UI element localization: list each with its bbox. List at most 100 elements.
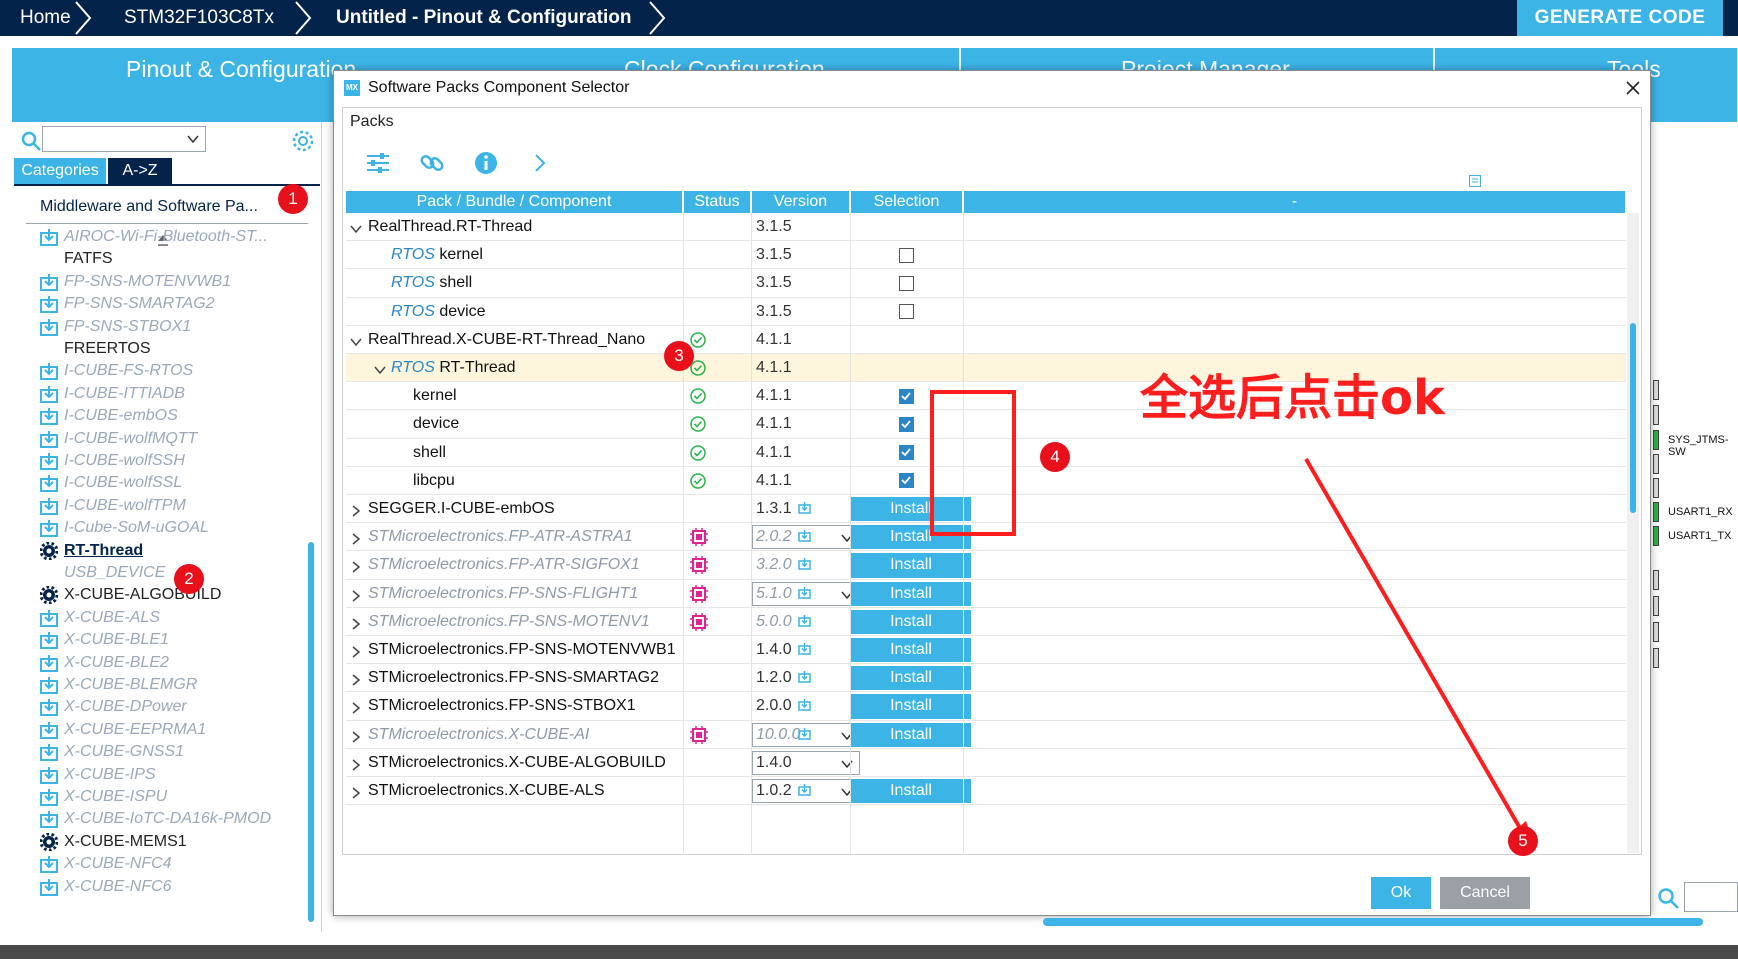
- tab-categories[interactable]: Categories: [14, 158, 106, 184]
- link-icon[interactable]: [418, 149, 446, 177]
- version-download-icon[interactable]: [794, 551, 811, 579]
- version-download-icon[interactable]: [794, 523, 811, 551]
- step-badge-3: 3: [664, 341, 694, 371]
- pin-label: SYS_JTMS-SW: [1668, 434, 1729, 458]
- version-cell[interactable]: 1.4.0: [752, 749, 860, 780]
- install-button[interactable]: Install: [851, 638, 971, 663]
- install-button[interactable]: Install: [851, 553, 971, 578]
- cancel-button[interactable]: Cancel: [1440, 877, 1530, 909]
- pin[interactable]: [1653, 648, 1659, 668]
- zoom-search-input[interactable]: [1684, 882, 1738, 912]
- expand-down-icon[interactable]: [374, 364, 386, 376]
- expand-right-icon[interactable]: [350, 561, 362, 573]
- column-header-extra[interactable]: -: [964, 191, 1626, 213]
- install-button[interactable]: Install: [851, 581, 971, 606]
- expand-right-icon[interactable]: [350, 731, 362, 743]
- category-dropdown[interactable]: Middleware and Software Pa...: [26, 190, 308, 224]
- component-checkbox[interactable]: [899, 275, 914, 291]
- column-header-version[interactable]: Version: [752, 191, 850, 213]
- table-row[interactable]: RealThread.X-CUBE-RT-Thread_Nano 4.1.1: [346, 326, 1626, 354]
- version-cell[interactable]: 5.1.0: [752, 580, 860, 611]
- version-download-icon[interactable]: [794, 580, 811, 608]
- pack-name-text: STMicroelectronics.FP-SNS-FLIGHT1: [368, 584, 639, 602]
- expand-right-icon[interactable]: [350, 590, 362, 602]
- pack-name: STMicroelectronics.FP-SNS-STBOX1: [368, 692, 636, 723]
- pin[interactable]: [1653, 405, 1659, 425]
- component-checkbox[interactable]: [899, 247, 914, 263]
- settings-gear-icon[interactable]: [290, 128, 316, 154]
- version-download-icon[interactable]: [794, 636, 811, 664]
- horizontal-scrollbar[interactable]: [1043, 918, 1703, 926]
- component-checkbox[interactable]: [899, 388, 914, 404]
- expand-right-icon[interactable]: [350, 646, 362, 658]
- close-icon[interactable]: [1624, 79, 1642, 97]
- expand-down-icon[interactable]: [350, 223, 362, 235]
- expand-right-icon[interactable]: [350, 787, 362, 799]
- component-checkbox[interactable]: [899, 445, 914, 461]
- pin-usart1-tx[interactable]: [1653, 526, 1659, 546]
- table-scrollbar[interactable]: [1627, 213, 1639, 853]
- pin[interactable]: [1653, 570, 1659, 590]
- column-menu-icon[interactable]: [1469, 175, 1481, 187]
- pack-name-text: STMicroelectronics.X-CUBE-ALS: [368, 782, 605, 799]
- left-scrollbar[interactable]: [308, 542, 314, 922]
- search-icon[interactable]: [1656, 886, 1680, 910]
- selection-cell: Install: [851, 580, 971, 611]
- install-button[interactable]: Install: [851, 694, 971, 719]
- scrollbar-thumb[interactable]: [1630, 323, 1636, 513]
- breadcrumb-project[interactable]: Untitled - Pinout & Configuration: [336, 0, 632, 36]
- component-checkbox[interactable]: [899, 416, 914, 432]
- pin[interactable]: [1653, 622, 1659, 642]
- expand-right-icon[interactable]: [350, 618, 362, 630]
- expand-right-icon[interactable]: [350, 674, 362, 686]
- pin[interactable]: [1653, 454, 1659, 474]
- component-checkbox[interactable]: [899, 473, 914, 489]
- pin-sys-jtms[interactable]: [1653, 430, 1659, 450]
- chevron-right-icon[interactable]: [526, 149, 554, 177]
- generate-code-button[interactable]: GENERATE CODE: [1517, 0, 1723, 36]
- pack-name: kernel: [413, 382, 457, 413]
- checkmark-icon: [901, 420, 911, 429]
- component-checkbox[interactable]: [899, 304, 914, 320]
- install-button[interactable]: Install: [851, 779, 971, 804]
- table-row[interactable]: RTOS shell 3.1.5: [346, 269, 1626, 298]
- version-cell[interactable]: 10.0.0: [752, 721, 860, 752]
- install-button[interactable]: Install: [851, 722, 971, 747]
- table-row[interactable]: RTOS kernel 3.1.5: [346, 241, 1626, 270]
- ok-button[interactable]: Ok: [1371, 877, 1431, 909]
- filter-sliders-icon[interactable]: [364, 149, 392, 177]
- column-header-selection[interactable]: Selection: [851, 191, 963, 213]
- version-download-icon[interactable]: [794, 495, 811, 523]
- expand-right-icon[interactable]: [350, 702, 362, 714]
- version-cell: 2.0.0: [752, 692, 850, 723]
- version-download-icon[interactable]: [794, 777, 811, 805]
- breadcrumb-home[interactable]: Home: [20, 0, 71, 36]
- version-download-icon[interactable]: [794, 692, 811, 720]
- search-input[interactable]: [42, 126, 206, 152]
- pin[interactable]: [1653, 596, 1659, 616]
- expand-right-icon[interactable]: [350, 505, 362, 517]
- table-row[interactable]: RealThread.RT-Thread 3.1.5: [346, 213, 1626, 242]
- version-download-icon[interactable]: [794, 608, 811, 636]
- install-button[interactable]: Install: [851, 666, 971, 691]
- expand-right-icon[interactable]: [350, 759, 362, 771]
- column-header-pack[interactable]: Pack / Bundle / Component: [346, 191, 683, 213]
- search-icon[interactable]: [20, 130, 42, 152]
- column-header-status[interactable]: Status: [684, 191, 751, 213]
- breadcrumb-device[interactable]: STM32F103C8Tx: [124, 0, 274, 36]
- status-cell: [684, 636, 751, 667]
- install-button[interactable]: Install: [851, 609, 971, 634]
- expand-down-icon[interactable]: [350, 336, 362, 348]
- version-download-icon[interactable]: [794, 721, 811, 749]
- pin-usart1-rx[interactable]: [1653, 502, 1659, 522]
- version-cell[interactable]: 1.0.2: [752, 777, 860, 808]
- version-download-icon[interactable]: [794, 664, 811, 692]
- info-icon[interactable]: [472, 149, 500, 177]
- pack-name: STMicroelectronics.FP-ATR-ASTRA1: [368, 523, 633, 554]
- tab-a-z[interactable]: A->Z: [108, 158, 172, 184]
- version-cell[interactable]: 2.0.2: [752, 523, 860, 554]
- pin[interactable]: [1653, 478, 1659, 498]
- expand-right-icon[interactable]: [350, 533, 362, 545]
- table-row[interactable]: RTOS device 3.1.5: [346, 298, 1626, 326]
- pin[interactable]: [1653, 380, 1659, 400]
